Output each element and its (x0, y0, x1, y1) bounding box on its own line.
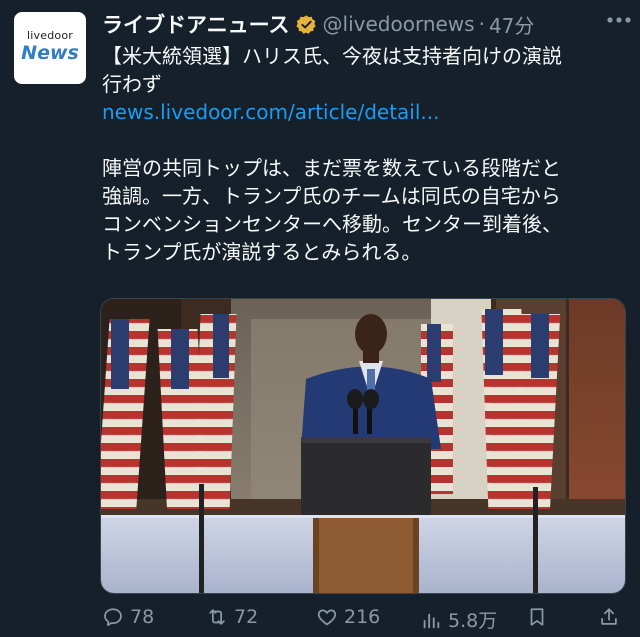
article-link[interactable]: news.livedoor.com/article/detail... (102, 98, 622, 126)
separator-dot: · (478, 12, 485, 36)
tweet-media-image[interactable] (100, 298, 626, 594)
analytics-icon (423, 613, 440, 628)
tweet-body-line-3: コンベンションセンターへ移動。センター到着後、 (102, 212, 562, 236)
more-options-icon[interactable] (606, 16, 632, 24)
tweet-body-line-2: 強調。一方、トランプ氏のチームは同氏の自宅から (102, 184, 561, 208)
flag-group-right (421, 309, 561, 509)
like-button[interactable]: 216 (316, 606, 380, 628)
share-button[interactable] (598, 606, 626, 628)
media-photo (101, 299, 625, 593)
avatar[interactable]: livedoor News (14, 12, 86, 84)
retweet-count: 72 (234, 606, 259, 628)
tweet-actions: 78 72 216 5.8万 (102, 606, 622, 636)
user-handle[interactable]: @livedoornews (323, 12, 475, 36)
share-icon (601, 608, 617, 625)
view-count: 5.8万 (448, 610, 498, 632)
tweet-header: ライブドアニュース @livedoornews · 47分 (102, 10, 628, 38)
views-button[interactable]: 5.8万 (420, 606, 497, 633)
reply-count: 78 (130, 606, 155, 628)
tweet-text: 【米大統領選】ハリス氏、今夜は支持者向けの演説 行わず news.livedoo… (102, 42, 622, 266)
retweet-icon (209, 609, 225, 625)
reply-button[interactable]: 78 (102, 606, 154, 628)
timestamp[interactable]: 47分 (489, 10, 534, 39)
tweet-headline-line-2: 行わず (102, 72, 162, 96)
tweet-body-line-1: 陣営の共同トップは、まだ票を数えている段階だと (102, 156, 561, 180)
bookmark-button[interactable] (526, 606, 554, 628)
bookmark-icon (530, 608, 544, 626)
tweet-headline-line-1: 【米大統領選】ハリス氏、今夜は支持者向けの演説 (102, 44, 562, 68)
heart-icon (317, 609, 337, 626)
retweet-button[interactable]: 72 (206, 606, 258, 628)
verified-badge-icon (295, 14, 317, 35)
reply-icon (104, 608, 122, 627)
avatar-brand-small: livedoor (27, 29, 73, 42)
like-count: 216 (344, 606, 381, 628)
avatar-brand-big: News (21, 42, 79, 64)
tweet-body-line-4: トランプ氏が演説するとみられる。 (102, 240, 422, 264)
flag-group-left (101, 314, 237, 509)
display-name[interactable]: ライブドアニュース (102, 9, 290, 39)
